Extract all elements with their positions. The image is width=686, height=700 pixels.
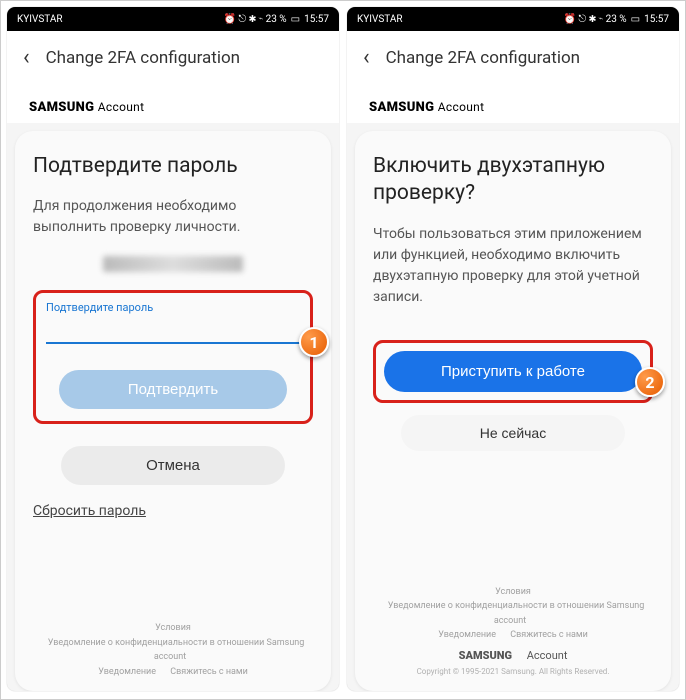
footer-links: Условия Уведомление о конфиденциальности…: [33, 607, 313, 679]
annotation-badge-2: 2: [635, 367, 665, 397]
card-description: Для продолжения необходимо выполнить про…: [33, 196, 313, 238]
not-now-button[interactable]: Не сейчас: [401, 415, 625, 451]
content-card: Включить двухэтапную проверку? Чтобы пол…: [355, 131, 671, 691]
samsung-account-logo: SAMSUNG Account: [369, 100, 484, 115]
content-card: Подтвердите пароль Для продолжения необх…: [15, 131, 331, 691]
status-carrier: KYIVSTAR: [357, 14, 403, 25]
app-header: ‹ Change 2FA configuration: [347, 31, 679, 84]
footer-links: Условия Уведомление о конфиденциальности…: [373, 571, 653, 679]
start-highlight-box: Приступить к работе: [373, 340, 653, 403]
status-icons: ⏰ ⎋ ✱ ⌁ 23 %: [563, 14, 626, 25]
status-bar: KYIVSTAR ⏰ ⎋ ✱ ⌁ 23 % ▭ 15:57: [7, 7, 339, 31]
back-icon[interactable]: ‹: [363, 45, 370, 70]
header-title: Change 2FA configuration: [386, 48, 580, 68]
password-highlight-box: Подтвердите пароль Подтвердить: [33, 290, 313, 424]
card-description: Чтобы пользоваться этим приложением или …: [373, 224, 653, 308]
footer-terms[interactable]: Условия: [155, 623, 191, 633]
card-title: Подтвердите пароль: [33, 153, 313, 180]
samsung-account-logo: SAMSUNG Account: [29, 100, 144, 115]
status-bar: KYIVSTAR ⏰ ⎋ ✱ ⌁ 23 % ▭ 15:57: [347, 7, 679, 31]
brand-row: SAMSUNG Account: [347, 84, 679, 123]
battery-icon: ▭: [291, 14, 300, 25]
reset-password-link[interactable]: Сбросить пароль: [33, 503, 313, 519]
status-icons: ⏰ ⎋ ✱ ⌁ 23 %: [223, 14, 286, 25]
battery-icon: ▭: [631, 14, 640, 25]
footer-notice[interactable]: Уведомление: [98, 667, 156, 677]
start-button[interactable]: Приступить к работе: [384, 351, 642, 392]
status-time: 15:57: [304, 14, 329, 25]
confirm-button[interactable]: Подтвердить: [59, 370, 288, 409]
footer-copyright: Copyright © 1995-2021 Samsung. All Right…: [373, 666, 653, 679]
status-right: ⏰ ⎋ ✱ ⌁ 23 % ▭ 15:57: [223, 14, 329, 25]
brand-row: SAMSUNG Account: [7, 84, 339, 123]
footer-privacy[interactable]: Уведомление о конфиденциальности в отнош…: [388, 601, 645, 625]
header-title: Change 2FA configuration: [46, 48, 240, 68]
footer-terms[interactable]: Условия: [495, 587, 531, 597]
password-input[interactable]: [46, 318, 300, 344]
phone-right: KYIVSTAR ⏰ ⎋ ✱ ⌁ 23 % ▭ 15:57 ‹ Change 2…: [347, 7, 679, 691]
footer-contact[interactable]: Свяжитесь с нами: [170, 667, 248, 677]
status-carrier: KYIVSTAR: [17, 14, 63, 25]
blurred-email: [103, 256, 243, 272]
footer-privacy[interactable]: Уведомление о конфиденциальности в отнош…: [48, 638, 305, 662]
status-time: 15:57: [644, 14, 669, 25]
footer-notice[interactable]: Уведомление: [438, 630, 496, 640]
password-label: Подтвердите пароль: [46, 301, 300, 314]
status-right: ⏰ ⎋ ✱ ⌁ 23 % ▭ 15:57: [563, 14, 669, 25]
back-icon[interactable]: ‹: [23, 45, 30, 70]
footer-contact[interactable]: Свяжитесь с нами: [510, 630, 588, 640]
annotation-badge-1: 1: [299, 327, 329, 357]
cancel-button[interactable]: Отмена: [61, 446, 285, 485]
card-title: Включить двухэтапную проверку?: [373, 153, 653, 208]
phone-left: KYIVSTAR ⏰ ⎋ ✱ ⌁ 23 % ▭ 15:57 ‹ Change 2…: [7, 7, 339, 691]
footer-brand: SAMSUNG Account: [373, 647, 653, 665]
app-header: ‹ Change 2FA configuration: [7, 31, 339, 84]
